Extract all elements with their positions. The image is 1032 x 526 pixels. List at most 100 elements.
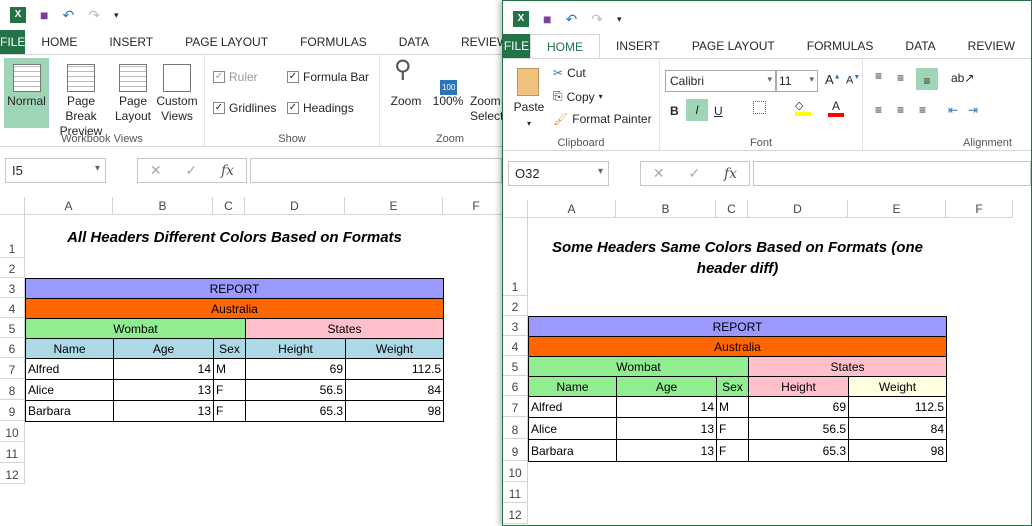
column-header-B[interactable]: B (616, 200, 716, 218)
data-cell[interactable]: 65.3 (245, 400, 346, 422)
cancel-icon[interactable]: ✕ (653, 165, 665, 182)
tab-data[interactable]: DATA (383, 30, 445, 54)
report-header[interactable]: REPORT (528, 316, 947, 337)
copy-button[interactable]: ⎘ Copy ▾ (553, 89, 603, 104)
cut-button[interactable]: ✂ Cut (553, 66, 586, 80)
row-header-6[interactable]: 6 (0, 338, 25, 358)
data-cell[interactable]: M (213, 358, 246, 380)
sheet-title[interactable]: All Headers Different Colors Based on Fo… (25, 215, 444, 259)
insert-function-icon[interactable]: fx (724, 166, 737, 182)
zoom-100-button[interactable]: 100 100% (430, 58, 466, 109)
tab-insert[interactable]: INSERT (600, 34, 676, 58)
column-header-cell-age[interactable]: Age (113, 338, 214, 359)
row-header-8[interactable]: 8 (0, 379, 25, 400)
enter-icon[interactable]: ✓ (688, 165, 700, 182)
data-cell[interactable]: 98 (848, 439, 947, 462)
tab-home[interactable]: HOME (530, 34, 601, 58)
tab-page-layout[interactable]: PAGE LAYOUT (676, 34, 791, 58)
underline-button[interactable]: U (714, 104, 723, 118)
column-header-D[interactable]: D (748, 200, 848, 218)
row-header-1[interactable]: 1 (0, 215, 25, 258)
sheet-title[interactable]: Some Headers Same Colors Based on Format… (528, 218, 947, 297)
report-header[interactable]: REPORT (25, 278, 444, 299)
column-header-cell-age[interactable]: Age (616, 376, 717, 397)
enter-icon[interactable]: ✓ (185, 162, 197, 179)
normal-view-button[interactable]: Normal (4, 58, 49, 128)
align-right-icon[interactable]: ≡ (919, 103, 926, 117)
data-cell[interactable]: 13 (113, 400, 214, 422)
column-header-cell-name[interactable]: Name (528, 376, 617, 397)
tab-file[interactable]: FILE (0, 30, 26, 54)
orientation-icon[interactable]: ab↗ (951, 71, 974, 85)
data-cell[interactable]: 13 (616, 439, 717, 462)
name-box[interactable]: I5 (5, 158, 106, 183)
data-cell[interactable]: Alfred (528, 396, 617, 418)
shrink-font-icon[interactable]: A▼ (846, 74, 860, 87)
data-cell[interactable]: 56.5 (748, 417, 849, 440)
save-icon[interactable]: ■ (543, 11, 551, 27)
row-header-3[interactable]: 3 (0, 278, 25, 298)
worksheet-grid[interactable]: A B C D E F 1 2 3 4 5 6 7 8 9 10 11 12 Some Headers Same C… (503, 200, 1031, 525)
name-box[interactable]: O32 (508, 161, 609, 186)
data-cell[interactable]: 13 (113, 379, 214, 401)
font-name-select[interactable]: Calibri ▾ (665, 70, 776, 92)
data-cell[interactable]: 56.5 (245, 379, 346, 401)
tab-review[interactable]: REVIEW (445, 30, 502, 54)
row-header-10[interactable]: 10 (503, 461, 528, 482)
data-cell[interactable]: 84 (848, 417, 947, 440)
middle-align-icon[interactable]: ≡ (897, 71, 904, 85)
row-header-6[interactable]: 6 (503, 376, 528, 396)
increase-indent-icon[interactable]: ⇥ (968, 103, 978, 117)
bold-button[interactable]: B (670, 104, 679, 118)
zoom-to-selection-button[interactable]: Zoom to Selection (470, 58, 502, 124)
row-header-4[interactable]: 4 (503, 336, 528, 356)
data-cell[interactable]: Alfred (25, 358, 114, 380)
column-header-cell-weight[interactable]: Weight (345, 338, 444, 359)
wombat-header[interactable]: Wombat (25, 318, 246, 339)
insert-function-icon[interactable]: fx (221, 163, 234, 179)
tab-data[interactable]: DATA (889, 34, 951, 58)
column-header-A[interactable]: A (25, 197, 113, 215)
row-header-5[interactable]: 5 (503, 356, 528, 376)
data-cell[interactable]: 84 (345, 379, 444, 401)
column-header-cell-weight[interactable]: Weight (848, 376, 947, 397)
row-header-2[interactable]: 2 (503, 296, 528, 316)
select-all-corner[interactable] (0, 197, 25, 215)
data-cell[interactable]: 98 (345, 400, 444, 422)
undo-icon[interactable]: ↶ (62, 7, 74, 24)
data-cell[interactable]: Barbara (528, 439, 617, 462)
column-header-D[interactable]: D (245, 197, 345, 215)
row-header-2[interactable]: 2 (0, 258, 25, 278)
data-cell[interactable]: 14 (616, 396, 717, 418)
row-header-5[interactable]: 5 (0, 318, 25, 338)
column-header-F[interactable]: F (443, 197, 502, 215)
data-cell[interactable]: 69 (245, 358, 346, 380)
row-header-9[interactable]: 9 (503, 439, 528, 461)
data-cell[interactable]: M (716, 396, 749, 418)
formula-bar-checkbox[interactable]: ✓ Formula Bar (287, 70, 369, 84)
fill-color-icon[interactable]: ◇ (795, 99, 811, 116)
decrease-indent-icon[interactable]: ⇤ (948, 103, 958, 117)
select-all-corner[interactable] (503, 200, 528, 218)
row-header-11[interactable]: 11 (503, 482, 528, 503)
page-layout-button[interactable]: Page Layout (114, 58, 152, 124)
font-color-icon[interactable]: A (828, 99, 844, 117)
data-cell[interactable]: F (716, 417, 749, 440)
data-cell[interactable]: 112.5 (345, 358, 444, 380)
tab-file[interactable]: FILE (503, 34, 531, 58)
data-cell[interactable]: F (213, 400, 246, 422)
row-header-10[interactable]: 10 (0, 421, 25, 442)
column-header-E[interactable]: E (345, 197, 443, 215)
tab-formulas[interactable]: FORMULAS (284, 30, 383, 54)
column-header-cell-name[interactable]: Name (25, 338, 114, 359)
data-cell[interactable]: 69 (748, 396, 849, 418)
data-cell[interactable]: 14 (113, 358, 214, 380)
country-header[interactable]: Australia (25, 298, 444, 319)
data-cell[interactable]: 13 (616, 417, 717, 440)
bottom-align-icon[interactable]: ≡ (916, 68, 938, 90)
data-cell[interactable]: 112.5 (848, 396, 947, 418)
cancel-icon[interactable]: ✕ (150, 162, 162, 179)
row-header-7[interactable]: 7 (503, 396, 528, 417)
zoom-button[interactable]: ⚲ Zoom (386, 58, 426, 109)
row-header-1[interactable]: 1 (503, 218, 528, 296)
